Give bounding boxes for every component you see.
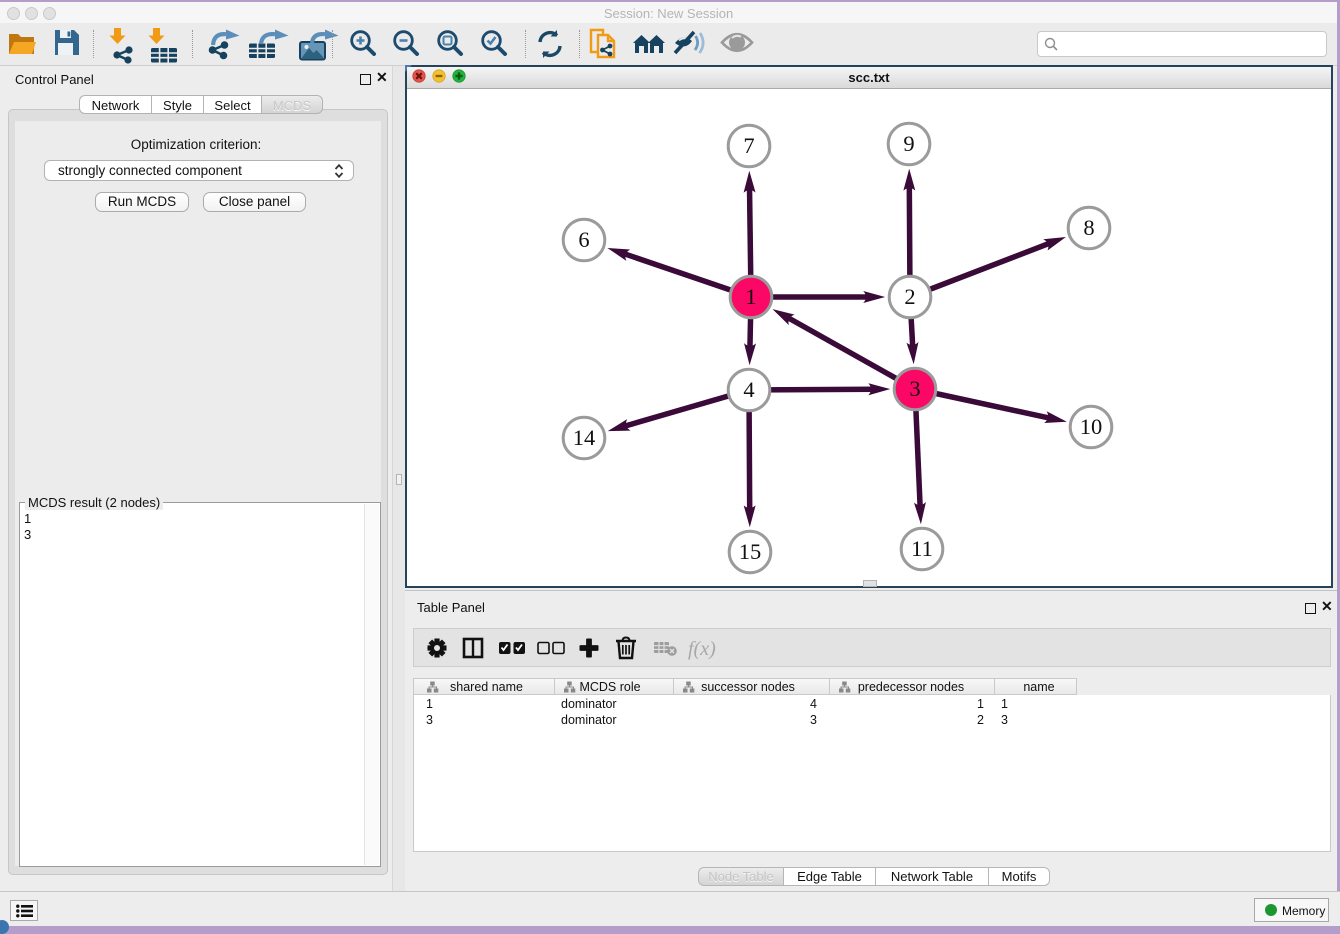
svg-text:11: 11: [911, 536, 933, 561]
svg-text:2: 2: [904, 284, 915, 309]
svg-text:8: 8: [1083, 215, 1094, 240]
svg-text:10: 10: [1080, 414, 1103, 439]
svg-text:7: 7: [743, 133, 754, 158]
svg-text:6: 6: [578, 227, 589, 252]
svg-text:4: 4: [743, 377, 754, 402]
svg-text:15: 15: [739, 539, 762, 564]
svg-text:14: 14: [573, 425, 596, 450]
svg-text:9: 9: [903, 131, 914, 156]
svg-text:3: 3: [909, 376, 920, 401]
svg-text:1: 1: [745, 284, 756, 309]
svg-text:f(x): f(x): [688, 638, 716, 660]
